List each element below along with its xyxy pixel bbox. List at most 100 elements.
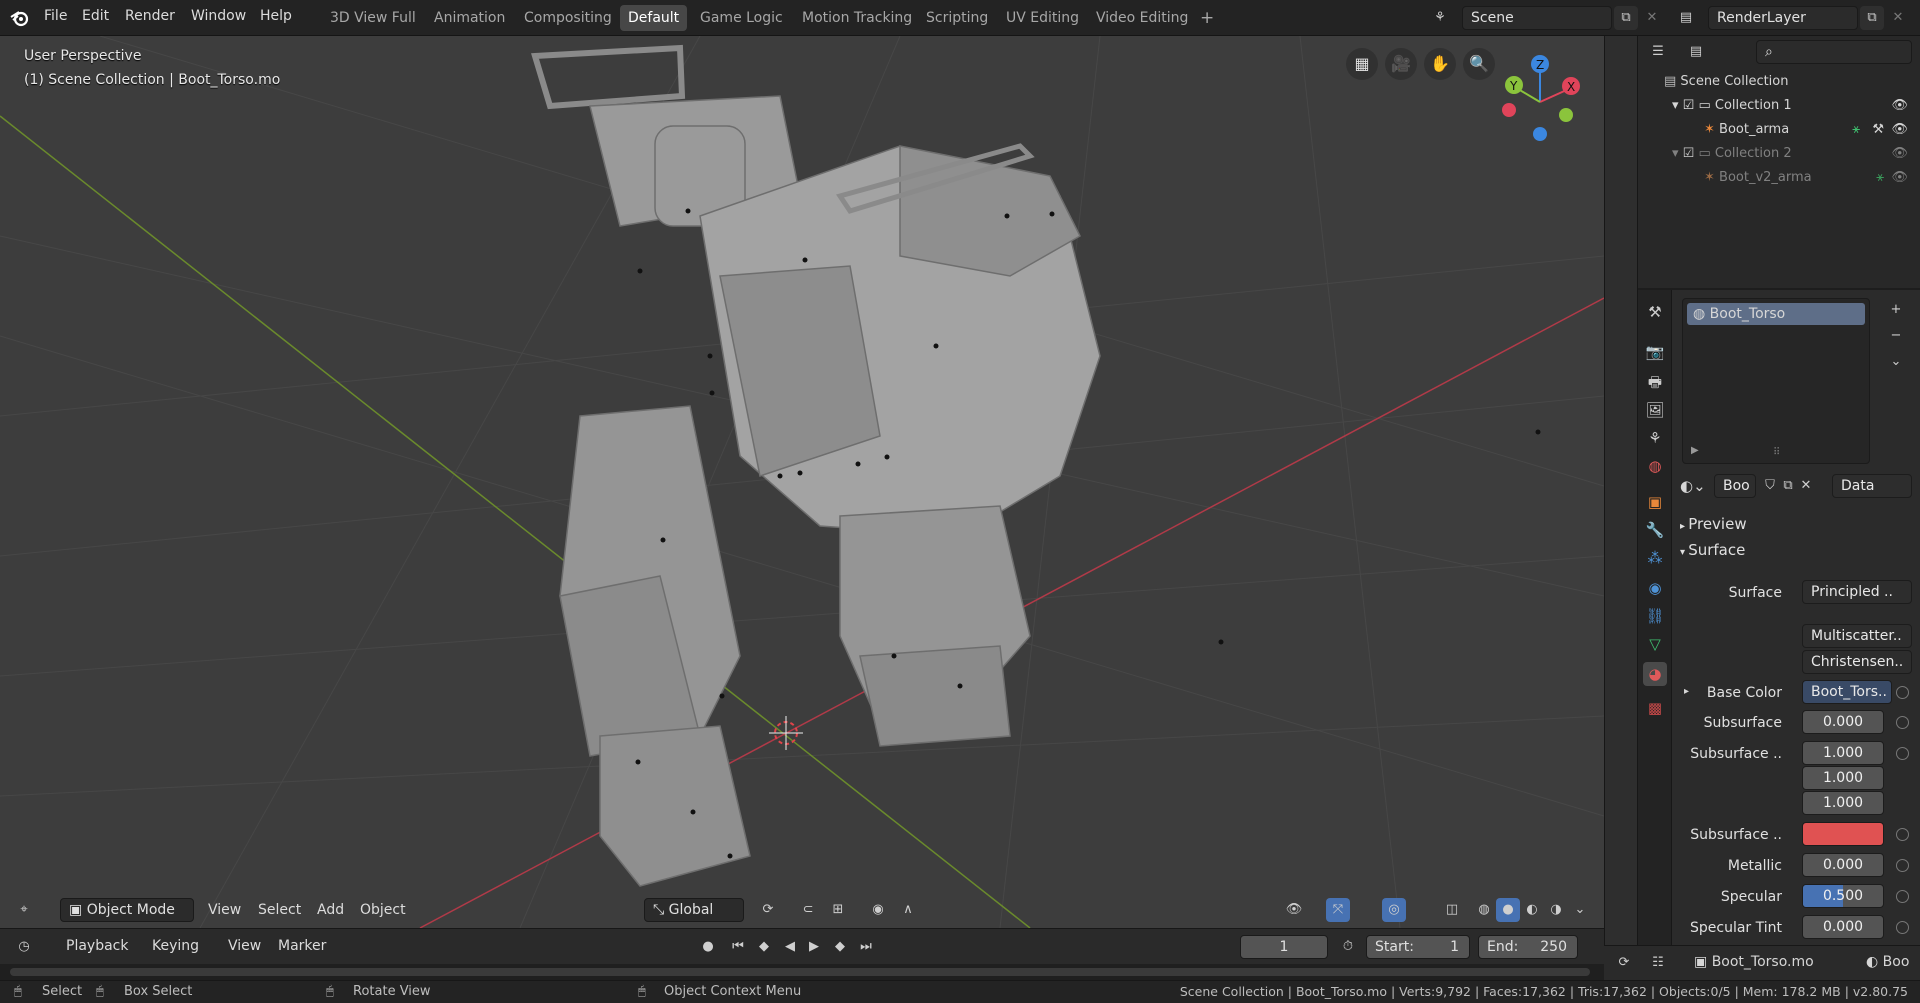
pivot-point-icon[interactable]: ⟳	[756, 898, 780, 922]
menu-marker[interactable]: Marker	[278, 938, 326, 954]
specular-tint-field[interactable]: 0.000	[1802, 915, 1884, 939]
timeline-track[interactable]	[0, 964, 1604, 980]
object-tab-icon[interactable]: ▣	[1643, 490, 1667, 514]
timeline-editor-icon[interactable]: ◷	[12, 935, 36, 959]
overlay-toggle-icon[interactable]: ◎	[1382, 898, 1406, 922]
list-expand-icon[interactable]: ▶	[1691, 445, 1699, 456]
pose-icon[interactable]: ⚹	[1876, 166, 1884, 190]
add-slot-icon[interactable]: +	[1884, 298, 1908, 322]
navigation-gizmo[interactable]: Z X Y	[1495, 48, 1585, 148]
3d-viewport[interactable]: User Perspective (1) Scene Collection | …	[0, 36, 1604, 928]
expand-arrow-icon[interactable]: ▾	[1672, 146, 1683, 161]
render-layer-field[interactable]: RenderLayer	[1708, 6, 1858, 30]
delete-render-layer-icon[interactable]: ✕	[1886, 6, 1910, 30]
delete-scene-icon[interactable]: ✕	[1640, 6, 1664, 30]
rendered-shading-icon[interactable]: ◑	[1544, 898, 1568, 922]
menu-file[interactable]: File	[44, 8, 67, 24]
timeline-scrollbar[interactable]	[10, 968, 1590, 976]
socket-dot-icon[interactable]	[1896, 747, 1909, 760]
outliner-editor-icon[interactable]: ☰	[1646, 40, 1670, 64]
toggle-grid-icon[interactable]: ▦	[1346, 48, 1378, 80]
tool-tab-icon[interactable]: ⚒	[1643, 300, 1667, 324]
mode-dropdown[interactable]: ▣ Object Mode	[60, 898, 194, 922]
jump-start-icon[interactable]: ⏮	[726, 935, 750, 959]
menu-object[interactable]: Object	[360, 902, 406, 918]
slot-specials-icon[interactable]: ⌄	[1884, 350, 1908, 374]
unlink-material-icon[interactable]: ✕	[1794, 474, 1818, 498]
wireframe-shading-icon[interactable]: ◍	[1472, 898, 1496, 922]
base-color-link-field[interactable]: Boot_Tors..	[1802, 680, 1892, 704]
menu-render[interactable]: Render	[125, 8, 175, 24]
pan-hand-icon[interactable]: ✋	[1424, 48, 1456, 80]
new-render-layer-icon[interactable]: ⧉	[1860, 6, 1884, 30]
record-icon[interactable]: ●	[696, 935, 720, 959]
start-frame-field[interactable]: Start: 1	[1366, 935, 1470, 959]
list-resize-handle-icon[interactable]: ⠿	[1773, 447, 1780, 458]
socket-dot-icon[interactable]	[1896, 716, 1909, 729]
render-layer-browse-icon[interactable]: ▤	[1674, 6, 1698, 30]
visibility-icon[interactable]: 👁	[1282, 898, 1306, 922]
menu-window[interactable]: Window	[191, 8, 246, 24]
eye-icon[interactable]: 👁	[1891, 166, 1908, 190]
material-browse-icon[interactable]: ◐⌄	[1680, 474, 1714, 498]
tab-default[interactable]: Default	[620, 5, 688, 31]
socket-dot-icon[interactable]	[1896, 921, 1909, 934]
render-tab-icon[interactable]: 📷	[1643, 340, 1667, 364]
jump-end-icon[interactable]: ⏭	[854, 935, 878, 959]
subsurface-method-select[interactable]: Multiscatter..	[1802, 624, 1912, 648]
tab-3d-view-full[interactable]: 3D View Full	[322, 5, 424, 31]
menu-view[interactable]: View	[208, 902, 241, 918]
subsurface-field[interactable]: 0.000	[1802, 710, 1884, 734]
socket-dot-icon[interactable]	[1896, 859, 1909, 872]
surface-shader-dropdown[interactable]: Principled ..	[1802, 580, 1912, 604]
scene-browse-icon[interactable]: ⚘	[1428, 6, 1452, 30]
sync-icon[interactable]: ⟳	[1612, 951, 1636, 975]
tab-uv-editing[interactable]: UV Editing	[998, 5, 1087, 31]
subsurface-radius-z-field[interactable]: 1.000	[1802, 791, 1884, 815]
subsurface-radius-y-field[interactable]: 1.000	[1802, 766, 1884, 790]
menu-timeline-view[interactable]: View	[228, 938, 261, 954]
menu-keying[interactable]: Keying	[152, 938, 199, 954]
scene-field[interactable]: Scene	[1462, 6, 1612, 30]
expand-arrow-icon[interactable]: ▾	[1672, 98, 1683, 113]
menu-playback[interactable]: Playback	[66, 938, 128, 954]
socket-dot-icon[interactable]	[1896, 890, 1909, 903]
distribution-select[interactable]: Christensen..	[1802, 650, 1912, 674]
texture-tab-icon[interactable]: ▩	[1643, 696, 1667, 720]
current-frame-field[interactable]: 1	[1240, 935, 1328, 959]
material-slot-list[interactable]: ◍ Boot_Torso ▶ ⠿	[1682, 298, 1870, 464]
play-icon[interactable]: ▶	[802, 935, 826, 959]
solid-shading-icon[interactable]: ●	[1496, 898, 1520, 922]
outliner-row-scene-collection[interactable]: ▤ Scene Collection	[1638, 70, 1920, 94]
menu-help[interactable]: Help	[260, 8, 292, 24]
gizmo-toggle-icon[interactable]: ⤧	[1326, 898, 1350, 922]
end-frame-field[interactable]: End: 250	[1478, 935, 1578, 959]
tab-motion-tracking[interactable]: Motion Tracking	[794, 5, 920, 31]
proportional-edit-icon[interactable]: ◉	[866, 898, 890, 922]
properties-editor-icon[interactable]: ☷	[1646, 951, 1670, 975]
output-tab-icon[interactable]: 🖶	[1643, 370, 1667, 394]
subsurface-color-swatch[interactable]	[1802, 822, 1884, 846]
next-keyframe-icon[interactable]: ◆	[828, 935, 852, 959]
outliner-row-boot-v2-arma[interactable]: ✶ Boot_v2_arma ⚹ 👁	[1638, 166, 1920, 190]
pose-icon[interactable]: ⚹	[1852, 118, 1860, 142]
socket-dot-icon[interactable]	[1896, 828, 1909, 841]
menu-add[interactable]: Add	[317, 902, 344, 918]
material-shading-icon[interactable]: ◐	[1520, 898, 1544, 922]
falloff-icon[interactable]: ∧	[896, 898, 920, 922]
editor-type-icon[interactable]: ⌖	[12, 898, 36, 922]
play-reverse-icon[interactable]: ◀	[778, 935, 802, 959]
eye-icon[interactable]: 👁	[1891, 94, 1908, 118]
modifier-icon[interactable]: ⚒	[1872, 118, 1884, 142]
preview-panel-header[interactable]: ▸ Preview	[1672, 510, 1920, 538]
material-name-field[interactable]: Boo	[1714, 474, 1756, 498]
blender-logo-icon[interactable]	[10, 8, 30, 28]
stopwatch-icon[interactable]: ⏱	[1336, 935, 1360, 959]
zoom-icon[interactable]: 🔍	[1463, 48, 1495, 80]
xray-toggle-icon[interactable]: ◫	[1440, 898, 1464, 922]
outliner-row-boot-arma[interactable]: ✶ Boot_arma ⚹ ⚒ 👁	[1638, 118, 1920, 142]
remove-slot-icon[interactable]: −	[1884, 324, 1908, 348]
add-workspace-button[interactable]: +	[1192, 5, 1222, 31]
scene-tab-icon[interactable]: ⚘	[1643, 426, 1667, 450]
metallic-field[interactable]: 0.000	[1802, 853, 1884, 877]
